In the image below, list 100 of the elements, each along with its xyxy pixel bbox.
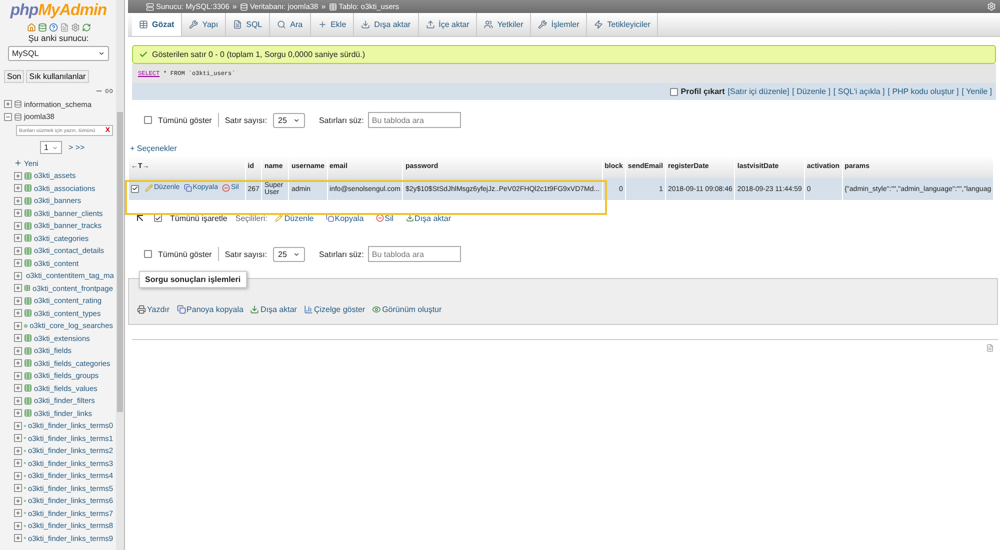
rows-label: Satır sayısı: (224, 250, 268, 258)
operation-link[interactable]: Panoya kopyala (176, 305, 244, 314)
checkbox[interactable] (131, 184, 139, 193)
expand-icon[interactable] (14, 396, 22, 405)
expand-icon[interactable] (14, 446, 22, 455)
panel-legend: Sorgu sonuçları işlemleri (139, 271, 247, 288)
expand-icon[interactable] (14, 246, 22, 255)
expand-icon[interactable] (14, 259, 22, 268)
database-icon (240, 2, 248, 10)
download-icon (406, 214, 414, 222)
expand-icon[interactable] (14, 334, 22, 342)
expand-icon[interactable] (14, 346, 22, 355)
expand-icon[interactable] (14, 296, 22, 305)
logo[interactable]: phpMyAdmin (4, 2, 113, 20)
document-icon (60, 23, 68, 32)
tab[interactable]: Yapı (182, 13, 226, 36)
recent-button[interactable]: Son (4, 70, 24, 83)
document-icon (233, 20, 242, 29)
operation-link[interactable]: Yazdır (137, 305, 170, 314)
pager-links[interactable]: > >> (68, 143, 85, 152)
plus-icon (15, 260, 21, 266)
plus-icon (15, 235, 21, 242)
plus-icon (15, 398, 21, 404)
operation-link[interactable]: Görünüm oluştur (372, 305, 442, 314)
filter-input[interactable]: Bu tabloda ara (368, 112, 461, 128)
expand-icon[interactable] (14, 434, 22, 442)
minus-circle-icon (376, 214, 384, 222)
expand-icon[interactable] (14, 509, 22, 518)
expand-icon[interactable] (14, 372, 22, 380)
scrollbar[interactable] (116, 0, 124, 550)
minus-icon (5, 114, 11, 120)
expand-icon[interactable] (14, 172, 22, 180)
check-icon (155, 214, 161, 222)
expand-icon[interactable] (14, 309, 22, 318)
operation-link[interactable]: Dışa aktar (250, 305, 297, 314)
expand-icon[interactable] (4, 100, 12, 108)
expand-icon[interactable] (14, 359, 22, 368)
plus-icon (15, 322, 21, 329)
checkbox[interactable] (144, 250, 152, 258)
tab[interactable]: İşlemler (531, 13, 588, 36)
query-link[interactable]: [Satır içi düzenle] (728, 87, 790, 96)
expand-icon[interactable] (14, 272, 22, 280)
tab[interactable]: Tetikleyiciler (587, 13, 658, 36)
expand-icon[interactable] (14, 522, 22, 530)
recent-button[interactable]: Sık kullanılanlar (26, 70, 89, 83)
expand-icon[interactable] (14, 234, 22, 242)
expand-icon[interactable] (14, 284, 22, 292)
tab[interactable]: Ekle (310, 13, 354, 36)
server-select[interactable]: MySQL (8, 46, 109, 61)
tab[interactable]: Ara (270, 13, 311, 36)
expand-icon[interactable] (14, 209, 22, 218)
download-icon (250, 305, 260, 314)
expand-icon[interactable] (14, 534, 22, 542)
caret-icon (292, 250, 300, 258)
expand-icon[interactable] (14, 184, 22, 192)
operation-link[interactable]: Çizelge göster (304, 305, 366, 314)
expand-icon[interactable] (14, 484, 22, 492)
printer-icon (137, 305, 146, 314)
plus-icon (15, 448, 21, 454)
show-all-label: Tümünü göster (158, 250, 212, 258)
tab[interactable]: SQL (226, 13, 270, 36)
copy-icon (176, 305, 186, 314)
plus-icon (15, 248, 21, 254)
plus-icon (15, 510, 21, 516)
rows-select[interactable]: 25 (273, 246, 305, 262)
expand-icon[interactable] (14, 459, 22, 468)
bulk-action-link[interactable]: Sil (376, 214, 394, 222)
query-link[interactable]: [ PHP kodu oluştur ] (888, 87, 959, 96)
tab[interactable]: Yetkiler (477, 13, 532, 36)
expand-icon[interactable] (14, 222, 22, 230)
query-link[interactable]: [ Yenile ] (962, 87, 992, 96)
expand-icon[interactable] (14, 384, 22, 392)
expand-icon[interactable] (14, 422, 22, 430)
expand-icon[interactable] (14, 196, 22, 205)
tab[interactable]: Dışa aktar (354, 13, 419, 36)
filter-input[interactable]: Bu tabloda ara (368, 246, 461, 262)
expand-icon[interactable] (14, 409, 22, 418)
expand-icon[interactable] (14, 472, 22, 480)
plus-icon (15, 385, 21, 392)
collapse-icon[interactable] (4, 112, 12, 121)
options-link[interactable]: + Seçenekler (130, 144, 177, 153)
bulk-action-link[interactable]: Dışa aktar (406, 214, 452, 222)
expand-icon[interactable] (14, 322, 22, 330)
bulk-action-link[interactable]: Kopyala (326, 214, 364, 222)
wrench-icon (538, 20, 548, 29)
lightning-icon (594, 20, 604, 29)
query-link[interactable]: [ SQL'i açıkla ] (833, 87, 885, 96)
query-link[interactable]: [ Düzenle ] (792, 87, 830, 96)
plus-icon (15, 210, 21, 216)
bulk-action-link[interactable]: Düzenle (275, 214, 314, 222)
checkbox[interactable] (670, 88, 678, 96)
wrench-icon (189, 20, 198, 29)
rows-select[interactable]: 25 (273, 112, 305, 128)
checkbox[interactable] (144, 116, 152, 124)
plus-icon (15, 298, 21, 304)
expand-icon[interactable] (14, 496, 22, 505)
rows-label: Satır sayısı: (224, 116, 268, 124)
tab[interactable]: Gözat (132, 13, 182, 36)
page-select[interactable]: 1 (40, 141, 62, 154)
tab[interactable]: İçe aktar (418, 13, 478, 36)
